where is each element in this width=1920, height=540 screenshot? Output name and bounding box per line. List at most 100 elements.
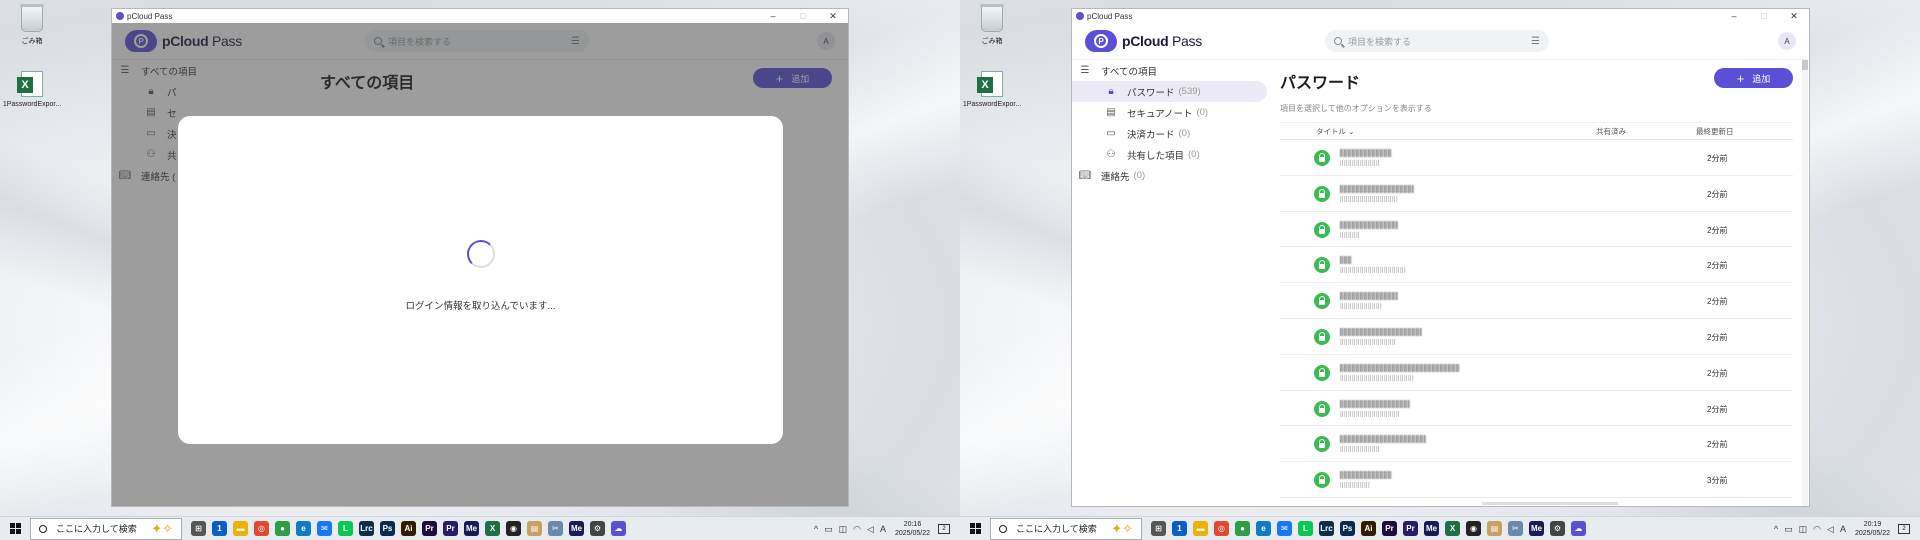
- taskbar-app-icon[interactable]: ⊞: [188, 518, 209, 539]
- taskbar-app-icon[interactable]: L: [1295, 518, 1316, 539]
- taskbar-search-input[interactable]: ここに入力して検索 ✦✧: [990, 517, 1142, 540]
- scrollbar-thumb[interactable]: [1802, 60, 1808, 70]
- taskbar-app-icon[interactable]: Ai: [398, 518, 419, 539]
- taskbar-app-icon[interactable]: ●: [272, 518, 293, 539]
- taskbar-app-icon[interactable]: ◉: [1463, 518, 1484, 539]
- table-row[interactable]: 2分前: [1280, 355, 1793, 391]
- sidebar-item-shared[interactable]: ⚇ 共有した項目 (0): [1072, 144, 1267, 165]
- taskbar-app-icon[interactable]: Me: [566, 518, 587, 539]
- sidebar-item-secure-notes[interactable]: ▤ セキュアノート (0): [1072, 102, 1267, 123]
- taskbar-app-icon[interactable]: Pr: [440, 518, 461, 539]
- excel-file[interactable]: X 1PasswordExpor...: [960, 70, 1024, 108]
- taskbar-app-icon[interactable]: ◎: [251, 518, 272, 539]
- network-icon[interactable]: ◫: [1799, 524, 1808, 535]
- taskbar-app-icon[interactable]: Lrc: [356, 518, 377, 539]
- scrollbar[interactable]: [1802, 60, 1808, 506]
- taskbar-app-icon[interactable]: ✉: [314, 518, 335, 539]
- notification-icon[interactable]: 2: [1898, 524, 1910, 534]
- table-row[interactable]: 2分前: [1280, 391, 1793, 427]
- ime-indicator[interactable]: A: [880, 524, 886, 534]
- taskbar-app-icon[interactable]: Pr: [1400, 518, 1421, 539]
- updated-time: 3分前: [1707, 476, 1728, 486]
- taskbar-app-icon[interactable]: X: [482, 518, 503, 539]
- taskbar-app-icon[interactable]: L: [335, 518, 356, 539]
- taskbar-app-icon[interactable]: Lrc: [1316, 518, 1337, 539]
- taskbar-app-icon[interactable]: ⚙: [1547, 518, 1568, 539]
- table-row[interactable]: 3分前: [1280, 462, 1793, 498]
- wifi-icon[interactable]: ◠: [853, 524, 861, 535]
- taskbar-app-icon[interactable]: e: [1253, 518, 1274, 539]
- taskbar-app-icon[interactable]: e: [293, 518, 314, 539]
- add-button[interactable]: + 追加: [1714, 68, 1793, 88]
- avatar[interactable]: A: [1778, 32, 1796, 50]
- excel-file[interactable]: X 1PasswordExpor...: [0, 70, 64, 108]
- taskbar-app-icon[interactable]: ⚙: [587, 518, 608, 539]
- excel-file-icon: X: [17, 71, 43, 97]
- taskbar-app-icon[interactable]: Ps: [377, 518, 398, 539]
- table-row[interactable]: 2分前: [1280, 212, 1793, 248]
- taskbar-app-icon[interactable]: ▤: [1484, 518, 1505, 539]
- sidebar-item-payment-cards[interactable]: ▭ 決済カード (0): [1072, 123, 1267, 144]
- clock[interactable]: 20:19 2025/05/22: [1855, 520, 1890, 538]
- column-title[interactable]: タイトル ⌄: [1316, 126, 1354, 137]
- taskbar-search-input[interactable]: ここに入力して検索 ✦✧: [30, 517, 182, 540]
- minimize-button[interactable]: –: [758, 9, 788, 23]
- chevron-up-icon[interactable]: ^: [814, 524, 818, 534]
- taskbar-app-icon[interactable]: X: [1442, 518, 1463, 539]
- network-icon[interactable]: ◫: [839, 524, 848, 535]
- taskbar-app-icon[interactable]: ✂: [1505, 518, 1526, 539]
- start-button[interactable]: [0, 517, 30, 540]
- taskbar-app-icon[interactable]: 1: [1169, 518, 1190, 539]
- taskbar-app-icon[interactable]: ●: [1232, 518, 1253, 539]
- ime-indicator[interactable]: A: [1840, 524, 1846, 534]
- taskbar-app-icon[interactable]: ☁: [608, 518, 629, 539]
- taskbar-app-icon[interactable]: ▬: [230, 518, 251, 539]
- taskbar-app-icon[interactable]: Me: [1421, 518, 1442, 539]
- close-button[interactable]: ✕: [818, 9, 848, 23]
- taskbar-app-icon[interactable]: Pr: [419, 518, 440, 539]
- wifi-icon[interactable]: ◠: [1813, 524, 1821, 535]
- table-row[interactable]: 2分前: [1280, 247, 1793, 284]
- taskbar-app-glyph: ☁: [611, 521, 626, 536]
- taskbar-app-icon[interactable]: Ps: [1337, 518, 1358, 539]
- recycle-bin[interactable]: ごみ箱: [960, 4, 1024, 46]
- notification-icon[interactable]: 2: [938, 524, 950, 534]
- volume-icon[interactable]: ◁: [867, 524, 874, 535]
- taskbar-app-icon[interactable]: Me: [1526, 518, 1547, 539]
- taskbar-app-icon[interactable]: ⊞: [1148, 518, 1169, 539]
- taskbar-app-icon[interactable]: Pr: [1379, 518, 1400, 539]
- taskbar-app-icon[interactable]: ✂: [545, 518, 566, 539]
- taskbar-app-icon[interactable]: ▤: [524, 518, 545, 539]
- battery-icon[interactable]: ▭: [824, 524, 833, 535]
- table-row[interactable]: 2分前: [1280, 319, 1793, 355]
- taskbar-app-icon[interactable]: ◎: [1211, 518, 1232, 539]
- close-button[interactable]: ✕: [1779, 9, 1809, 23]
- taskbar-app-icon[interactable]: Ai: [1358, 518, 1379, 539]
- table-row[interactable]: 2分前: [1280, 140, 1793, 176]
- taskbar-app-icon[interactable]: ☁: [1568, 518, 1589, 539]
- start-button[interactable]: [960, 517, 990, 540]
- sidebar-item-all[interactable]: ☰ すべての項目: [1072, 60, 1267, 81]
- taskbar-app-icon[interactable]: ◉: [503, 518, 524, 539]
- table-row[interactable]: 2分前: [1280, 426, 1793, 463]
- recycle-bin[interactable]: ごみ箱: [0, 4, 64, 46]
- taskbar-app-icon[interactable]: ▬: [1190, 518, 1211, 539]
- taskbar-app-glyph: Me: [464, 521, 479, 536]
- clock[interactable]: 20:16 2025/05/22: [895, 520, 930, 538]
- volume-icon[interactable]: ◁: [1827, 524, 1834, 535]
- search-input[interactable]: 項目を検索する ☰: [1325, 30, 1549, 52]
- minimize-button[interactable]: –: [1719, 9, 1749, 23]
- taskbar-app-icon[interactable]: Me: [461, 518, 482, 539]
- battery-icon[interactable]: ▭: [1784, 524, 1793, 535]
- sidebar-item-contacts[interactable]: 📖︎ 連絡先 (0): [1072, 165, 1267, 186]
- filter-icon[interactable]: ☰: [1531, 36, 1540, 47]
- taskbar-app-icon[interactable]: ✉: [1274, 518, 1295, 539]
- horizontal-scrollbar[interactable]: [1482, 502, 1618, 505]
- taskbar-app-icon[interactable]: 1: [209, 518, 230, 539]
- maximize-button[interactable]: □: [788, 9, 818, 23]
- table-row[interactable]: 2分前: [1280, 176, 1793, 212]
- sidebar-item-passwords[interactable]: 🔒︎ パスワード (539): [1072, 81, 1267, 102]
- maximize-button[interactable]: □: [1749, 9, 1779, 23]
- table-row[interactable]: 2分前: [1280, 283, 1793, 319]
- chevron-up-icon[interactable]: ^: [1774, 524, 1778, 534]
